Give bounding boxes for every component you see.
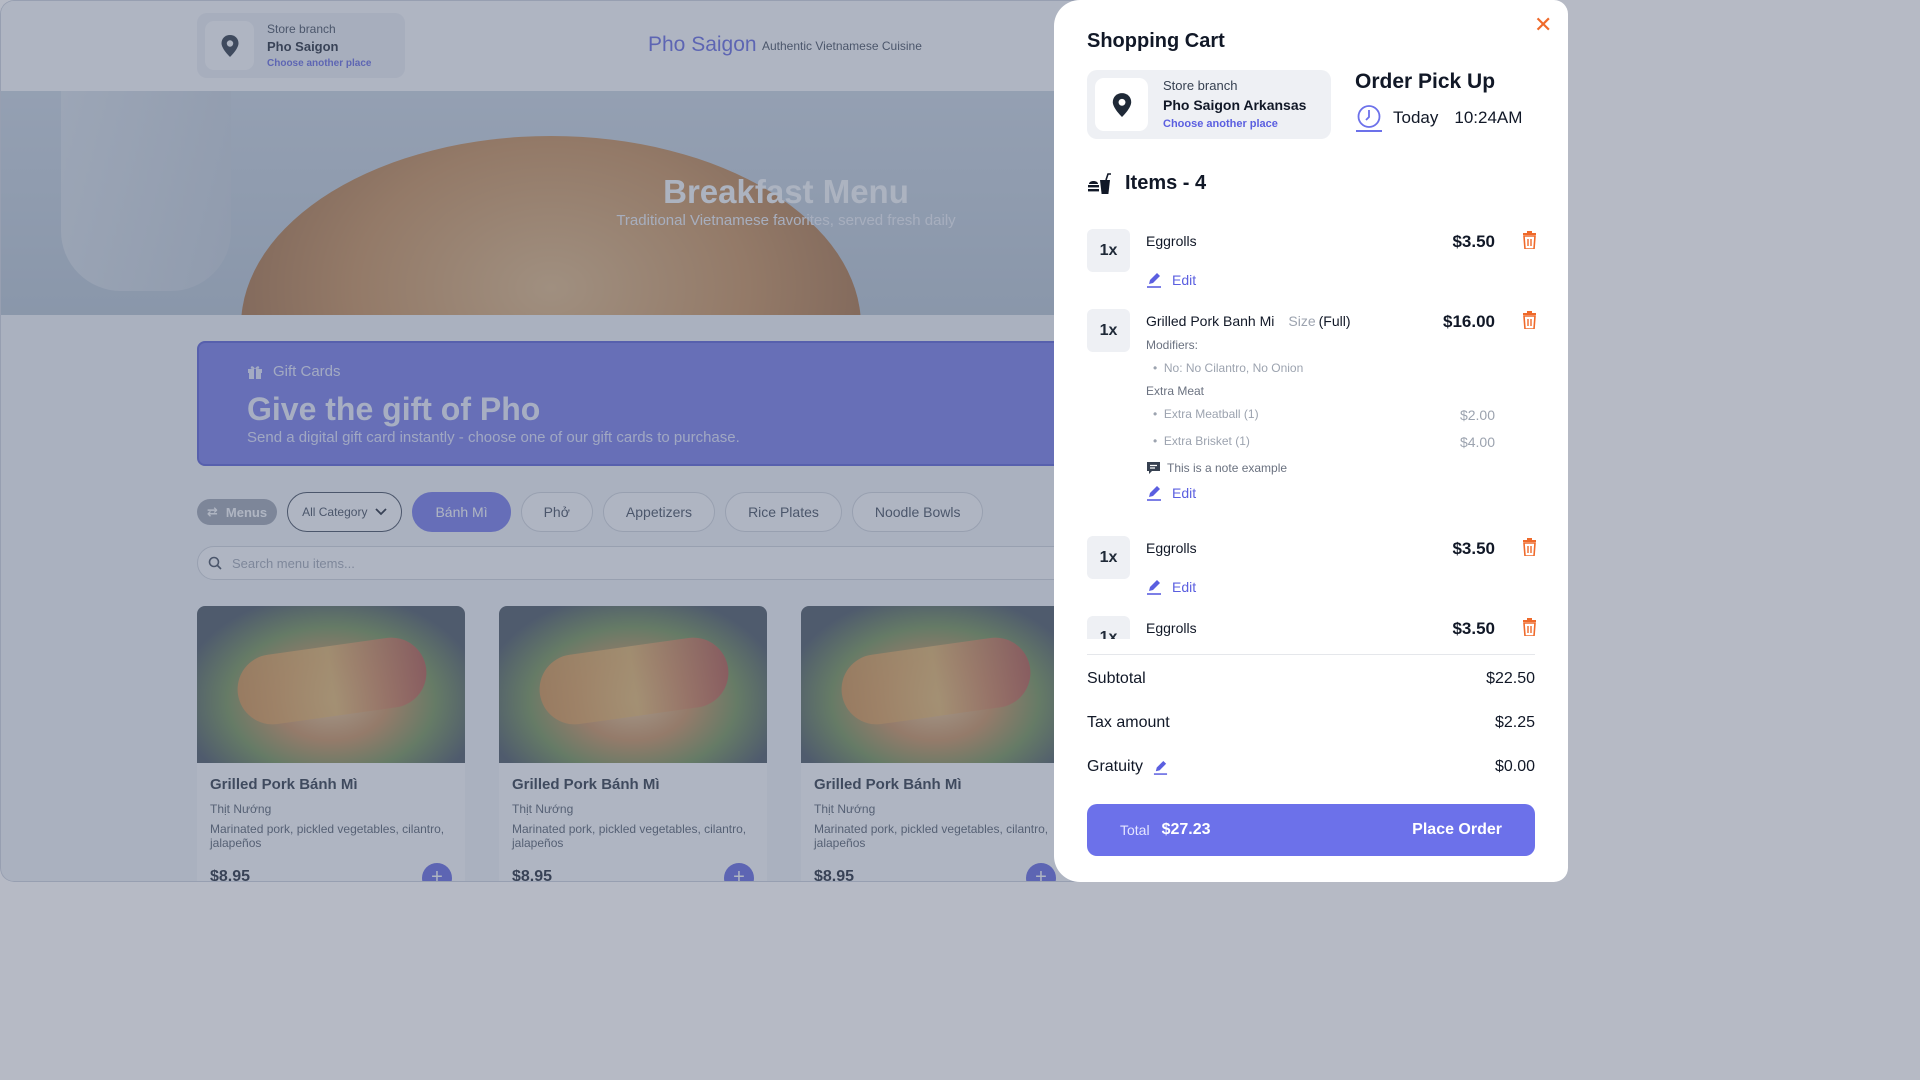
item-size-value: (Full)	[1318, 313, 1351, 329]
tax-row: Tax amount $2.25	[1087, 714, 1535, 732]
modifiers-label: Modifiers:	[1146, 338, 1199, 352]
place-order-button[interactable]: Total $27.23 Place Order	[1087, 804, 1535, 856]
subtotal-label: Subtotal	[1087, 670, 1146, 687]
shopping-cart-drawer: ✕ Shopping Cart Store branch Pho Saigon …	[1054, 0, 1568, 882]
subtotal-row: Subtotal $22.50	[1087, 670, 1535, 688]
edit-label: Edit	[1172, 485, 1197, 501]
close-icon[interactable]: ✕	[1534, 12, 1552, 38]
item-quantity[interactable]: 1x	[1087, 229, 1130, 272]
gratuity-row: Gratuity $0.00	[1087, 758, 1535, 776]
gratuity-value: $0.00	[1494, 758, 1535, 775]
place-order-label: Place Order	[1412, 821, 1502, 838]
item-size-label: Size	[1288, 313, 1316, 329]
cart-items-list[interactable]: 1x Eggrolls $3.50 Edit 1x Grilled Pork B…	[1054, 215, 1568, 639]
trash-icon[interactable]	[1522, 231, 1537, 249]
item-note: This is a note example	[1146, 461, 1287, 475]
clock-icon	[1356, 105, 1382, 132]
extra-price: $4.00	[1459, 434, 1495, 450]
pickup-time-selector[interactable]: Today 10:24AM	[1355, 104, 1522, 132]
pencil-icon	[1147, 273, 1161, 288]
tax-value: $2.25	[1494, 714, 1535, 731]
edit-label: Edit	[1172, 579, 1197, 595]
trash-icon[interactable]	[1522, 618, 1537, 636]
extra-name: Extra Meatball (1)	[1163, 407, 1259, 421]
pickup-day: Today	[1393, 108, 1439, 127]
gratuity-label-group: Gratuity	[1087, 758, 1168, 776]
tax-label: Tax amount	[1087, 714, 1170, 731]
item-price: $3.50	[1452, 539, 1495, 558]
cart-choose-another-place-link[interactable]: Choose another place	[1163, 118, 1278, 130]
edit-item-button[interactable]: Edit	[1146, 579, 1196, 595]
item-name: Eggrolls	[1146, 233, 1197, 249]
item-quantity[interactable]: 1x	[1087, 616, 1130, 639]
location-pin-icon	[1095, 78, 1148, 131]
trash-icon[interactable]	[1522, 538, 1537, 556]
extra-price: $2.00	[1459, 407, 1495, 423]
items-heading: Items - 4	[1087, 172, 1206, 195]
order-pickup-title: Order Pick Up	[1355, 70, 1496, 93]
item-price: $16.00	[1443, 312, 1495, 331]
edit-item-button[interactable]: Edit	[1146, 485, 1196, 501]
extra-meat-label: Extra Meat	[1146, 384, 1205, 398]
item-quantity[interactable]: 1x	[1087, 536, 1130, 579]
extra-item: • Extra Meatball (1)	[1153, 407, 1259, 421]
cart-store-branch-selector[interactable]: Store branch Pho Saigon Arkansas Choose …	[1087, 70, 1331, 139]
modifier-text: No: No Cilantro, No Onion	[1163, 361, 1304, 375]
extra-item: • Extra Brisket (1)	[1153, 434, 1250, 448]
item-name: Eggrolls	[1146, 620, 1197, 636]
total-label: Total	[1120, 822, 1150, 838]
extra-name: Extra Brisket (1)	[1163, 434, 1250, 448]
item-name: Grilled Pork Banh Mi	[1146, 313, 1275, 329]
trash-icon[interactable]	[1522, 311, 1537, 329]
item-note-text: This is a note example	[1167, 461, 1288, 475]
pencil-icon[interactable]	[1153, 760, 1168, 775]
edit-label: Edit	[1172, 272, 1197, 288]
pencil-icon	[1147, 580, 1161, 595]
pickup-time: 10:24AM	[1454, 108, 1523, 127]
item-price: $3.50	[1452, 232, 1495, 251]
total-value: $27.23	[1161, 821, 1211, 838]
pencil-icon	[1147, 486, 1161, 501]
cart-branch-label: Store branch	[1163, 78, 1238, 93]
edit-item-button[interactable]: Edit	[1146, 272, 1196, 288]
summary-divider	[1087, 654, 1535, 655]
food-drink-icon	[1088, 172, 1111, 194]
item-price: $3.50	[1452, 619, 1495, 638]
item-name-row: Grilled Pork Banh Mi Size (Full)	[1146, 313, 1351, 329]
items-heading-label: Items - 4	[1125, 172, 1207, 194]
item-name: Eggrolls	[1146, 540, 1197, 556]
cart-title: Shopping Cart	[1087, 30, 1225, 52]
comment-icon	[1147, 462, 1160, 474]
cart-branch-name: Pho Saigon Arkansas	[1163, 97, 1307, 113]
modifier-item: • No: No Cilantro, No Onion	[1153, 361, 1304, 375]
item-quantity[interactable]: 1x	[1087, 309, 1130, 352]
gratuity-label: Gratuity	[1087, 758, 1144, 775]
subtotal-value: $22.50	[1486, 670, 1535, 687]
